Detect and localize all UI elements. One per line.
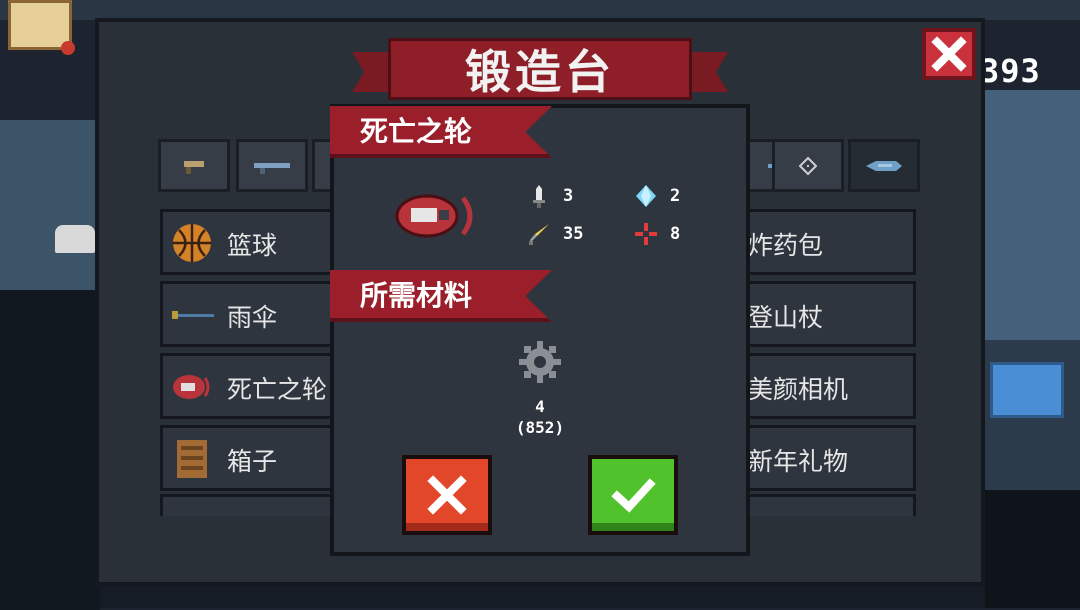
gear-icon: [519, 341, 561, 383]
pistol-icon: [184, 160, 204, 174]
energy-value: 2: [670, 186, 681, 206]
sword-icon: [533, 185, 545, 208]
umbrella-icon: [172, 311, 214, 319]
forge-detail-dialog: [330, 104, 750, 556]
damage-value: 3: [563, 186, 574, 206]
item-label: 美颜相机: [748, 375, 849, 404]
confirm-button[interactable]: [588, 455, 678, 535]
coin-counter: 393: [980, 52, 1041, 90]
item-label: 登山杖: [748, 303, 824, 332]
scroll-icon[interactable]: [8, 0, 75, 55]
checkmark-icon: [611, 478, 656, 513]
background-floor-bottom: [100, 585, 985, 608]
x-icon: [427, 475, 467, 515]
tab-fish-gun[interactable]: [848, 139, 920, 192]
tab-crosshair[interactable]: [772, 139, 844, 192]
item-label: 新年礼物: [748, 447, 849, 476]
tab-rifle[interactable]: [236, 139, 308, 192]
background-wall-right: [985, 90, 1080, 340]
background-wall-top: [0, 0, 1080, 20]
rifle-icon: [254, 162, 290, 174]
background-floor-left: [0, 290, 100, 610]
item-label: 死亡之轮: [227, 375, 328, 404]
crosshair-icon: [635, 223, 657, 245]
monitor-decoration: [990, 362, 1064, 418]
energy-crystal-icon: [636, 185, 656, 207]
item-label: 箱子: [227, 447, 278, 476]
crosshair-icon: [798, 156, 818, 175]
material-count: 4 (852): [500, 396, 580, 438]
item-label: 篮球: [227, 231, 278, 260]
accuracy-value: 8: [670, 224, 681, 244]
crit-dagger-icon: [529, 224, 549, 245]
materials-heading-banner: 所需材料: [330, 270, 552, 322]
close-icon: [931, 36, 967, 72]
tab-pistol[interactable]: [158, 139, 230, 192]
item-label: 雨伞: [227, 303, 278, 332]
basketball-icon: [173, 224, 211, 262]
background-wall-left: [0, 120, 100, 290]
wheel-icon: [173, 375, 210, 399]
crit-stat: 35: [527, 222, 583, 246]
death-wheel-weapon-icon: [395, 194, 473, 238]
damage-stat: 3: [527, 184, 573, 208]
crit-value: 35: [563, 224, 584, 244]
background-shadow-right: [985, 490, 1080, 608]
energy-stat: 2: [634, 184, 680, 208]
forge-title: 锻造台: [388, 38, 692, 100]
item-label: 炸药包: [748, 231, 824, 260]
material-required: 4: [535, 397, 545, 416]
cancel-button[interactable]: [402, 455, 492, 535]
fish-gun-icon: [866, 160, 902, 171]
pet-cat-icon: [55, 225, 95, 253]
weapon-name-banner: 死亡之轮: [330, 106, 552, 158]
close-button[interactable]: [922, 28, 976, 80]
accuracy-stat: 8: [634, 222, 680, 246]
material-owned: (852): [515, 418, 565, 437]
box-icon: [177, 440, 207, 478]
